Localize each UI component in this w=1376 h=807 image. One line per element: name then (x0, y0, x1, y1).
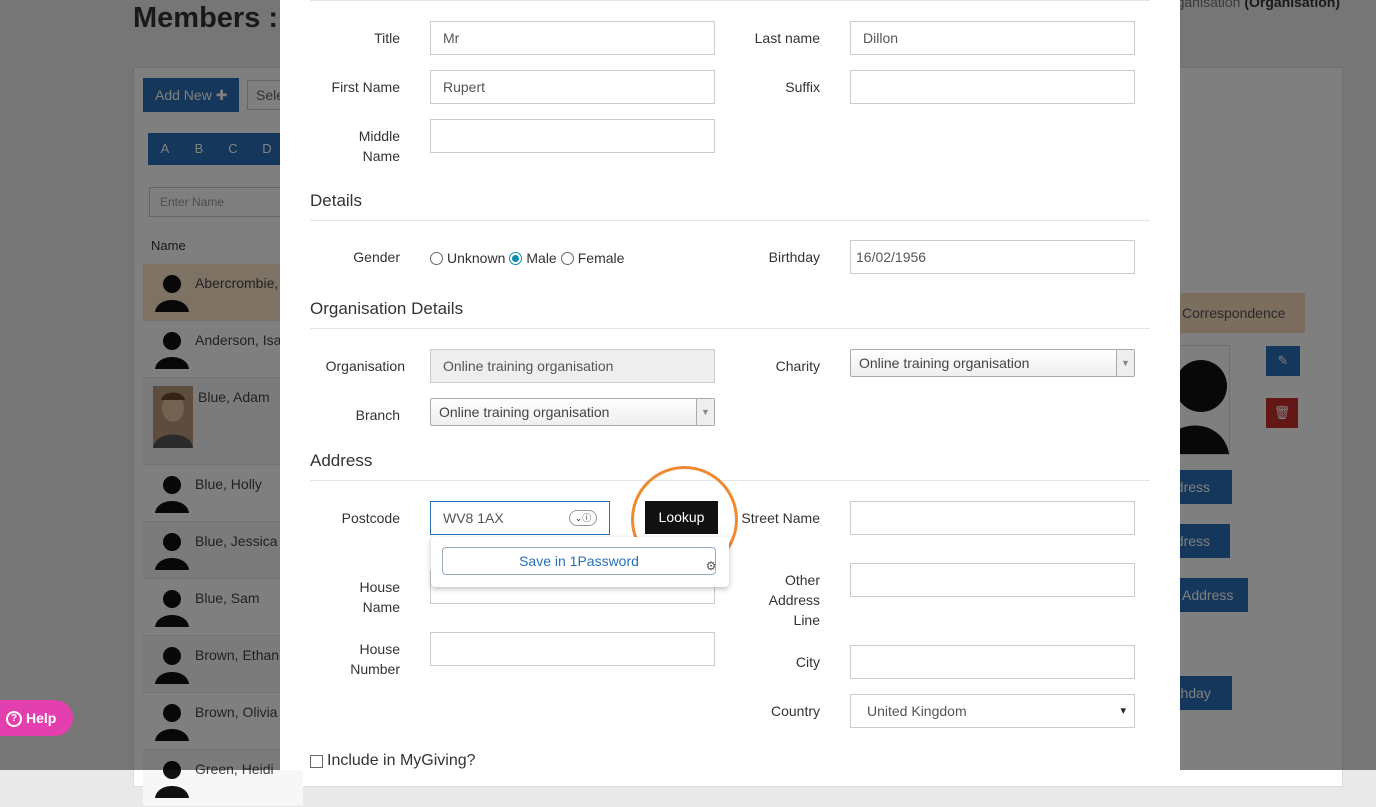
city-field[interactable] (850, 645, 1135, 679)
onepassword-icon[interactable]: ⌄ⓘ (569, 510, 597, 526)
dropdown-arrow-icon: ▼ (696, 399, 714, 425)
edit-member-modal: Title Mr Last name Dillon First Name Rup… (280, 0, 1180, 770)
branch-label: Branch (355, 407, 400, 423)
middle-name-label: Middle Name (358, 128, 400, 164)
help-label: Help (26, 710, 57, 726)
country-select[interactable]: United Kingdom ▾ (850, 694, 1135, 728)
country-selected-value: United Kingdom (867, 703, 967, 719)
birthday-label: Birthday (768, 249, 820, 265)
suffix-label: Suffix (785, 79, 820, 95)
include-mygiving-label: Include in MyGiving? (327, 752, 476, 769)
gender-option-label: Unknown (447, 250, 506, 266)
other-address-line-field[interactable] (850, 563, 1135, 597)
suffix-field[interactable] (850, 70, 1135, 104)
charity-label: Charity (775, 358, 820, 374)
title-label: Title (374, 30, 400, 46)
middle-name-field[interactable] (430, 119, 715, 153)
gender-female-radio[interactable] (560, 251, 574, 265)
house-name-label: House Name (359, 579, 400, 615)
postcode-input[interactable]: WV8 1AX ⌄ⓘ (430, 501, 610, 535)
postcode-value: WV8 1AX (443, 510, 504, 526)
gender-unknown-radio[interactable] (430, 251, 443, 265)
charity-selected-value: Online training organisation (859, 355, 1030, 371)
chevron-down-icon: ▾ (1120, 705, 1126, 717)
branch-selected-value: Online training organisation (439, 404, 610, 420)
organisation-label: Organisation (325, 358, 405, 374)
house-number-label: House Number (350, 641, 400, 677)
gender-option-label: Male (526, 250, 557, 266)
help-icon: ? (6, 711, 22, 728)
title-field[interactable]: Mr (430, 21, 715, 55)
last-name-label: Last name (754, 30, 820, 46)
street-name-field[interactable] (850, 501, 1135, 535)
other-address-line-label: Other Address Line (768, 572, 820, 628)
settings-icon[interactable]: ⚙ (701, 556, 721, 576)
last-name-field[interactable]: Dillon (850, 21, 1135, 55)
save-in-1password-button[interactable]: Save in 1Password (442, 547, 716, 575)
first-name-field[interactable]: Rupert (430, 70, 715, 104)
organisation-details-heading: Organisation Details (310, 299, 1150, 329)
first-name-label: First Name (331, 79, 400, 95)
include-mygiving-checkbox[interactable] (310, 754, 323, 768)
gender-male-radio[interactable] (509, 251, 523, 265)
country-label: Country (770, 703, 820, 719)
street-name-label: Street Name (741, 510, 820, 526)
branch-select[interactable]: Online training organisation ▼ (430, 398, 715, 426)
address-heading: Address (310, 451, 1150, 481)
details-heading: Details (310, 191, 1150, 221)
gender-label: Gender (353, 249, 400, 265)
onepassword-popup: Save in 1Password ⚙ (431, 537, 729, 587)
organisation-field: Online training organisation (430, 349, 715, 383)
gender-radio-group: Unknown Male Female (430, 250, 628, 266)
gender-option-label: Female (577, 250, 625, 266)
birthday-field[interactable]: 16/02/1956 (850, 240, 1135, 274)
dropdown-arrow-icon: ▼ (1116, 350, 1134, 376)
help-button[interactable]: ? Help (0, 700, 73, 736)
city-label: City (795, 654, 820, 670)
include-mygiving-row: Include in MyGiving? (310, 752, 476, 770)
divider (310, 0, 1150, 1)
postcode-label: Postcode (341, 510, 400, 526)
charity-select[interactable]: Online training organisation ▼ (850, 349, 1135, 377)
house-number-field[interactable] (430, 632, 715, 666)
